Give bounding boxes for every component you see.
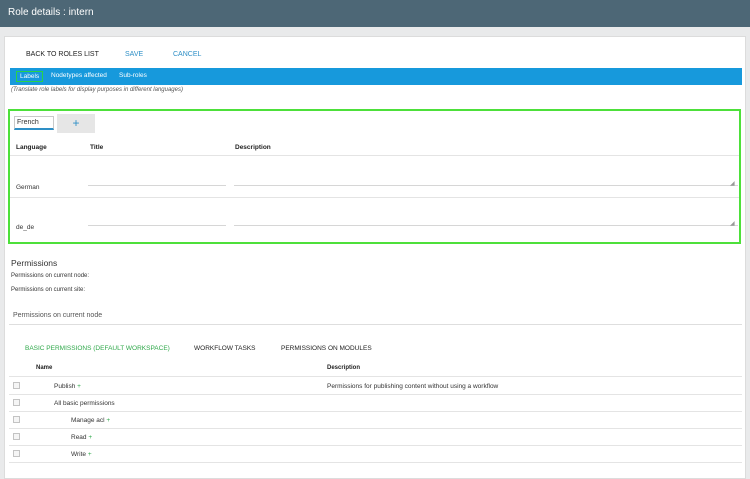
label-row-language: de_de: [16, 224, 35, 231]
tab-permissions-on-modules[interactable]: PERMISSIONS ON MODULES: [281, 345, 372, 352]
divider: [9, 411, 742, 412]
permission-name: Write +: [71, 451, 92, 458]
label-description-input[interactable]: [234, 172, 738, 186]
cancel-button[interactable]: CANCEL: [173, 51, 201, 58]
tab-labels[interactable]: Labels: [16, 71, 44, 82]
permission-name: All basic permissions: [54, 400, 115, 407]
save-button[interactable]: SAVE: [125, 51, 143, 58]
resize-grip-icon[interactable]: ◢: [730, 181, 736, 187]
tab-nodetypes-affected[interactable]: Nodetypes affected: [51, 71, 107, 82]
permission-checkbox[interactable]: [13, 399, 20, 406]
back-to-roles-list-button[interactable]: BACK TO ROLES LIST: [26, 51, 99, 58]
permissions-current-site-label: Permissions on current site:: [11, 287, 86, 293]
divider: [9, 324, 742, 325]
divider: [9, 445, 742, 446]
role-details-card: BACK TO ROLES LIST SAVE CANCEL Labels No…: [4, 36, 746, 479]
labels-hint: (Translate role labels for display purpo…: [11, 87, 183, 93]
plus-icon[interactable]: +: [106, 417, 110, 424]
resize-grip-icon[interactable]: ◢: [730, 221, 736, 227]
plus-icon[interactable]: +: [88, 434, 92, 441]
permission-checkbox[interactable]: [13, 450, 20, 457]
permissions-heading: Permissions: [11, 258, 58, 268]
column-header-description: Description: [327, 365, 361, 371]
divider: [9, 428, 742, 429]
add-language-button[interactable]: +: [57, 114, 95, 133]
tab-basic-permissions[interactable]: BASIC PERMISSIONS (DEFAULT WORKSPACE): [25, 345, 170, 352]
tab-workflow-tasks[interactable]: WORKFLOW TASKS: [194, 345, 256, 352]
divider: [10, 155, 739, 156]
plus-icon[interactable]: +: [77, 383, 81, 390]
divider: [9, 394, 742, 395]
plus-icon: +: [72, 116, 80, 130]
window-title: Role details : intern: [8, 7, 94, 18]
column-header-title: Title: [90, 144, 104, 151]
label-row-language: German: [16, 184, 40, 191]
permissions-current-node-label: Permissions on current node:: [11, 273, 90, 279]
column-header-name: Name: [36, 365, 53, 371]
permission-checkbox[interactable]: [13, 382, 20, 389]
language-input[interactable]: [14, 116, 54, 130]
divider: [9, 462, 742, 463]
tab-sub-roles[interactable]: Sub-roles: [119, 71, 147, 82]
permission-checkbox[interactable]: [13, 433, 20, 440]
role-tabs: Labels Nodetypes affected Sub-roles: [10, 68, 742, 85]
divider: [10, 197, 739, 198]
permission-checkbox[interactable]: [13, 416, 20, 423]
permission-name: Publish +: [54, 383, 81, 390]
permission-name: Read +: [71, 434, 93, 441]
title-bar: Role details : intern: [0, 0, 750, 27]
label-description-input[interactable]: [234, 212, 738, 226]
plus-icon[interactable]: +: [88, 451, 92, 458]
divider: [9, 376, 742, 377]
permissions-section-title: Permissions on current node: [13, 312, 103, 319]
labels-panel: + Language Title Description German ◢ de…: [8, 109, 741, 244]
column-header-description: Description: [235, 144, 271, 151]
permission-description: Permissions for publishing content witho…: [327, 383, 499, 390]
permission-name: Manage acl +: [71, 417, 111, 424]
column-header-language: Language: [16, 144, 47, 151]
label-title-input[interactable]: [88, 214, 226, 226]
label-title-input[interactable]: [88, 174, 226, 186]
